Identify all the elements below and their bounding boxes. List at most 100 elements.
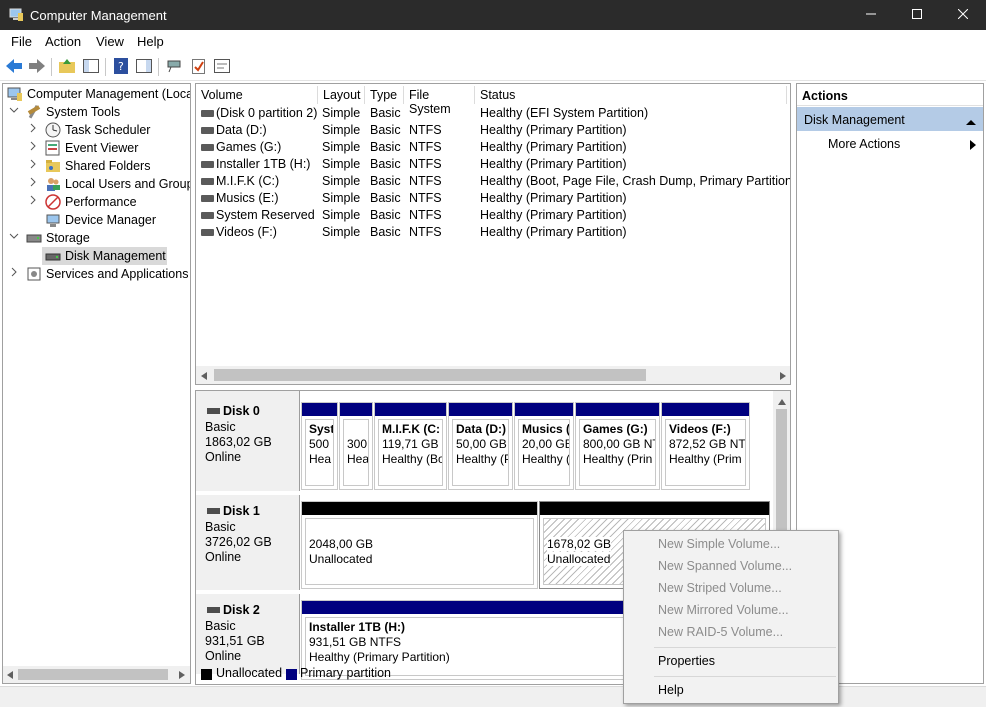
chevron-right-icon[interactable]: [28, 177, 40, 191]
tree-item-performance[interactable]: Performance: [3, 193, 190, 211]
table-row[interactable]: Musics (E:) Simple Basic NTFS Healthy (P…: [196, 190, 786, 207]
back-button[interactable]: [4, 57, 24, 77]
partition-block[interactable]: Games (G:) 800,00 GB NT Healthy (Prin: [575, 402, 660, 490]
close-button[interactable]: [940, 0, 986, 30]
tree-item-computer-management[interactable]: Computer Management (Local: [3, 85, 190, 103]
disk-type: Basic: [205, 520, 236, 534]
partition-block[interactable]: Syst 500 Hea: [301, 402, 338, 490]
list-horizontal-scrollbar[interactable]: [196, 366, 790, 384]
scrollbar-thumb[interactable]: [214, 369, 646, 381]
scroll-left-icon[interactable]: [6, 669, 14, 683]
chevron-right-icon[interactable]: [28, 159, 40, 173]
scroll-left-icon[interactable]: [200, 370, 208, 384]
column-header-status[interactable]: Status: [475, 86, 787, 104]
disk-0-info[interactable]: Disk 0 Basic 1863,02 GB Online: [196, 391, 300, 491]
help-button[interactable]: ?: [111, 57, 131, 77]
cell-layout: Simple: [322, 225, 361, 239]
partition-block[interactable]: 300 Hea: [339, 402, 373, 490]
partition-block[interactable]: M.I.F.K (C:119,71 GB NHealthy (Bo: [374, 402, 447, 490]
disk-2-info[interactable]: Disk 2 Basic 931,51 GB Online: [196, 594, 300, 674]
table-row[interactable]: Installer 1TB (H:) Simple Basic NTFS Hea…: [196, 156, 786, 173]
cell-type: Basic: [370, 174, 401, 188]
partition-details: Games (G:) 800,00 GB NT Healthy (Prin: [579, 419, 656, 486]
tree-item-shared-folders[interactable]: Shared Folders: [3, 157, 190, 175]
tree-item-local-users-groups[interactable]: Local Users and Groups: [3, 175, 190, 193]
partition-block[interactable]: Musics (20,00 GB Healthy (: [514, 402, 574, 490]
volume-icon: [201, 229, 214, 236]
chevron-down-icon[interactable]: [9, 105, 21, 119]
actions-section-disk-management[interactable]: Disk Management: [797, 107, 983, 131]
menu-new-spanned-volume[interactable]: New Spanned Volume...: [658, 559, 792, 573]
disk-1-info[interactable]: Disk 1 Basic 3726,02 GB Online: [196, 495, 300, 590]
cell-volume: System Reserved: [216, 208, 315, 222]
menu-new-mirrored-volume[interactable]: New Mirrored Volume...: [658, 603, 789, 617]
table-row[interactable]: M.I.F.K (C:) Simple Basic NTFS Healthy (…: [196, 173, 790, 190]
primary-partition-bar: [340, 403, 372, 416]
more-actions-item[interactable]: More Actions: [797, 133, 983, 155]
menu-help[interactable]: Help: [137, 34, 164, 49]
menu-help-item[interactable]: Help: [658, 683, 684, 697]
scroll-right-icon[interactable]: [779, 370, 787, 384]
tree-item-device-manager[interactable]: Device Manager: [3, 211, 190, 229]
maximize-button[interactable]: [894, 0, 940, 30]
tree-item-system-tools[interactable]: System Tools: [3, 103, 190, 121]
chevron-right-icon[interactable]: [28, 195, 40, 209]
disk-state: Online: [205, 649, 242, 663]
scroll-up-icon[interactable]: [777, 395, 787, 409]
table-row[interactable]: Data (D:) Simple Basic NTFS Healthy (Pri…: [196, 122, 786, 139]
more-actions-label: More Actions: [828, 137, 901, 151]
show-hide-tree-button[interactable]: [81, 57, 101, 77]
dialog-button[interactable]: [212, 57, 232, 77]
maximize-icon: [912, 8, 922, 22]
cell-file-system: NTFS: [409, 140, 442, 154]
partition-details: M.I.F.K (C:119,71 GB NHealthy (Bo: [378, 419, 443, 486]
toolbar-separator: [105, 58, 106, 76]
tree-item-storage[interactable]: Storage: [3, 229, 190, 247]
chevron-down-icon[interactable]: [9, 231, 21, 245]
cell-layout: Simple: [322, 123, 361, 137]
menu-view[interactable]: View: [96, 34, 124, 49]
partition-size: 300: [347, 437, 368, 451]
menu-new-raid5-volume[interactable]: New RAID-5 Volume...: [658, 625, 783, 639]
menu-file[interactable]: File: [11, 34, 32, 49]
menu-new-simple-volume[interactable]: New Simple Volume...: [658, 537, 780, 551]
partition-title: Syst: [309, 422, 334, 436]
scroll-right-icon[interactable]: [178, 669, 186, 683]
partition-block[interactable]: Videos (F:) 872,52 GB NTF Healthy (Prim: [661, 402, 750, 490]
cell-file-system: NTFS: [409, 123, 442, 137]
table-row[interactable]: Videos (F:) Simple Basic NTFS Healthy (P…: [196, 224, 786, 241]
column-header-file-system[interactable]: File System: [404, 86, 475, 116]
table-row[interactable]: Games (G:) Simple Basic NTFS Healthy (Pr…: [196, 139, 786, 156]
checklist-button[interactable]: [189, 57, 209, 77]
minimize-button[interactable]: [848, 0, 894, 30]
collapse-up-icon[interactable]: [966, 115, 976, 129]
table-row[interactable]: (Disk 0 partition 2) Simple Basic Health…: [196, 105, 786, 122]
tree-item-services-applications[interactable]: Services and Applications: [3, 265, 190, 283]
connect-button[interactable]: [165, 57, 185, 77]
scrollbar-thumb[interactable]: [18, 669, 168, 680]
properties-pane-button[interactable]: [134, 57, 154, 77]
unallocated-block[interactable]: 2048,00 GB Unallocated: [301, 501, 538, 589]
chevron-right-icon[interactable]: [9, 267, 21, 281]
volume-icon: [201, 110, 214, 117]
up-one-level-button[interactable]: [57, 57, 77, 77]
table-row[interactable]: System Reserved Simple Basic NTFS Health…: [196, 207, 786, 224]
column-header-layout[interactable]: Layout: [318, 86, 365, 104]
scrollbar-thumb[interactable]: [776, 409, 787, 544]
volume-icon: [201, 161, 214, 168]
column-header-volume[interactable]: Volume: [196, 86, 318, 104]
tree-item-task-scheduler[interactable]: Task Scheduler: [3, 121, 190, 139]
tree-item-event-viewer[interactable]: Event Viewer: [3, 139, 190, 157]
tree-horizontal-scrollbar[interactable]: [3, 666, 190, 683]
partition-block[interactable]: Data (D:)50,00 GB NHealthy (P: [448, 402, 513, 490]
menu-action[interactable]: Action: [45, 34, 81, 49]
chevron-right-icon[interactable]: [28, 141, 40, 155]
disk-name: Disk 1: [223, 504, 260, 518]
forward-button[interactable]: [27, 57, 47, 77]
column-header-type[interactable]: Type: [365, 86, 404, 104]
menu-new-striped-volume[interactable]: New Striped Volume...: [658, 581, 782, 595]
partition-details: 300 Hea: [343, 419, 369, 486]
partition-title: M.I.F.K (C:: [382, 422, 440, 436]
menu-properties[interactable]: Properties: [658, 654, 715, 668]
chevron-right-icon[interactable]: [28, 123, 40, 137]
